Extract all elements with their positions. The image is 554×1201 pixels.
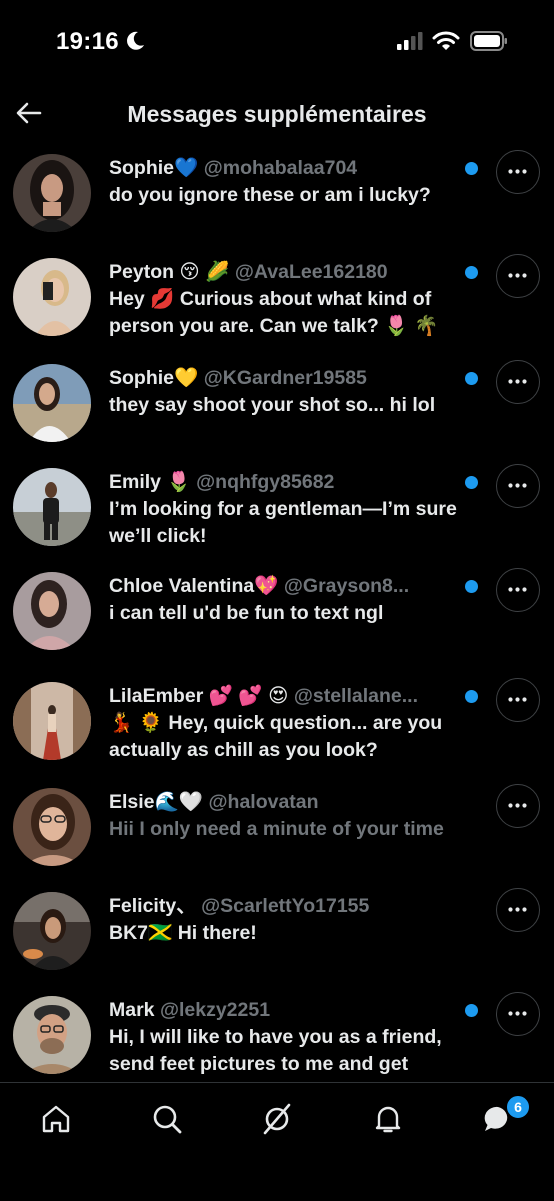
more-options-button[interactable] bbox=[496, 464, 540, 508]
sender-name: Sophie💛 bbox=[109, 367, 199, 389]
sender-handle: @lekzy2251 bbox=[159, 999, 271, 1021]
more-horizontal-icon bbox=[508, 273, 527, 278]
more-horizontal-icon bbox=[508, 697, 527, 702]
tab-home[interactable] bbox=[40, 1103, 72, 1135]
sender-name: Chloe Valentina💖 bbox=[109, 575, 279, 597]
more-horizontal-icon bbox=[508, 1011, 527, 1016]
avatar bbox=[13, 154, 91, 232]
avatar bbox=[13, 788, 91, 866]
message-preview: BK7🇯🇲 Hi there! bbox=[109, 922, 257, 944]
avatar bbox=[13, 682, 91, 760]
tab-grok[interactable] bbox=[261, 1103, 293, 1135]
message-request-item[interactable]: Elsie🌊🤍 @halovatan Hii I only need a min… bbox=[0, 782, 554, 886]
sender-name: Peyton 😚 🌽 bbox=[109, 261, 230, 283]
sender-name: Emily 🌷 bbox=[109, 471, 191, 493]
sender-name: Mark bbox=[109, 999, 155, 1021]
more-horizontal-icon bbox=[508, 483, 527, 488]
sender-handle: @AvaLee162180 bbox=[234, 261, 388, 283]
message-request-item[interactable]: Sophie💙 @mohabalaa704 do you ignore thes… bbox=[0, 148, 554, 252]
message-preview: Hii I only need a minute of your time bbox=[109, 818, 444, 840]
sender-name: Elsie🌊🤍 bbox=[109, 791, 204, 813]
message-preview: do you ignore these or am i lucky? bbox=[109, 184, 431, 206]
home-icon bbox=[42, 1105, 70, 1133]
bottom-tab-bar bbox=[0, 1082, 554, 1201]
bell-icon bbox=[375, 1106, 401, 1133]
more-horizontal-icon bbox=[508, 169, 527, 174]
message-request-item[interactable]: Sophie💛 @KGardner19585 they say shoot yo… bbox=[0, 358, 554, 462]
tab-search[interactable] bbox=[151, 1103, 183, 1135]
header-bar: Messages supplémentaires bbox=[0, 88, 554, 142]
sender-name: Felicity、 bbox=[109, 895, 196, 917]
message-request-item[interactable]: Emily 🌷 @nqhfgy85682 I’m looking for a g… bbox=[0, 462, 554, 566]
sender-handle: @KGardner19585 bbox=[203, 367, 367, 389]
battery-icon bbox=[470, 31, 507, 51]
messages-badge: 6 bbox=[505, 1094, 531, 1120]
more-horizontal-icon bbox=[508, 379, 527, 384]
avatar bbox=[13, 258, 91, 336]
sender-handle: @halovatan bbox=[208, 791, 319, 813]
sender-handle: @nqhfgy85682 bbox=[196, 471, 335, 493]
message-preview: i can tell u'd be fun to text ngl bbox=[109, 602, 384, 624]
message-preview: they say shoot your shot so... hi lol bbox=[109, 394, 436, 416]
sender-handle: @mohabalaa704 bbox=[203, 157, 358, 179]
more-options-button[interactable] bbox=[496, 360, 540, 404]
grok-icon bbox=[263, 1103, 291, 1135]
more-options-button[interactable] bbox=[496, 888, 540, 932]
sender-handle: @ScarlettYo17155 bbox=[201, 895, 370, 917]
more-horizontal-icon bbox=[508, 587, 527, 592]
search-icon bbox=[153, 1105, 182, 1134]
message-preview: 💃 🌻 Hey, quick question... are you actua… bbox=[109, 712, 443, 761]
avatar bbox=[13, 468, 91, 546]
wifi-icon bbox=[432, 31, 460, 50]
avatar bbox=[13, 572, 91, 650]
more-horizontal-icon bbox=[508, 907, 527, 912]
message-request-item[interactable]: Felicity、 @ScarlettYo17155 BK7🇯🇲 Hi ther… bbox=[0, 886, 554, 990]
unread-indicator bbox=[465, 690, 478, 703]
message-preview: Hey 💋 Curious about what kind of person … bbox=[109, 288, 439, 337]
unread-indicator bbox=[465, 580, 478, 593]
message-request-item[interactable]: Chloe Valentina💖 @Grayson8... i can tell… bbox=[0, 566, 554, 670]
unread-indicator bbox=[465, 1004, 478, 1017]
avatar bbox=[13, 892, 91, 970]
sender-name: LilaEmber 💕 💕 😍 bbox=[109, 685, 289, 707]
message-preview: Hi, I will like to have you as a friend,… bbox=[109, 1026, 442, 1075]
avatar bbox=[13, 364, 91, 442]
more-options-button[interactable] bbox=[496, 568, 540, 612]
more-options-button[interactable] bbox=[496, 150, 540, 194]
message-request-item[interactable]: Mark @lekzy2251 Hi, I will like to have … bbox=[0, 990, 554, 1080]
tab-notifications[interactable] bbox=[372, 1103, 404, 1135]
unread-indicator bbox=[465, 162, 478, 175]
unread-indicator bbox=[465, 476, 478, 489]
cellular-signal-icon bbox=[397, 32, 423, 50]
unread-indicator bbox=[465, 372, 478, 385]
more-options-button[interactable] bbox=[496, 784, 540, 828]
sender-name: Sophie💙 bbox=[109, 157, 199, 179]
message-request-item[interactable]: Peyton 😚 🌽 @AvaLee162180 Hey 💋 Curious a… bbox=[0, 252, 554, 356]
status-bar: 19:16 bbox=[0, 0, 554, 84]
more-options-button[interactable] bbox=[496, 992, 540, 1036]
message-preview: I’m looking for a gentleman—I’m sure we’… bbox=[109, 498, 457, 547]
avatar bbox=[13, 996, 91, 1074]
moon-icon bbox=[127, 31, 144, 50]
page-title: Messages supplémentaires bbox=[127, 101, 427, 127]
more-options-button[interactable] bbox=[496, 678, 540, 722]
status-time: 19:16 bbox=[56, 28, 119, 55]
more-horizontal-icon bbox=[508, 803, 527, 808]
message-list: Sophie💙 @mohabalaa704 do you ignore thes… bbox=[0, 148, 554, 1080]
sender-handle: @Grayson8... bbox=[283, 575, 410, 597]
unread-indicator bbox=[465, 266, 478, 279]
sender-handle: @stellalane... bbox=[293, 685, 419, 707]
more-options-button[interactable] bbox=[496, 254, 540, 298]
message-request-item[interactable]: LilaEmber 💕 💕 😍 @stellalane... 💃 🌻 Hey, … bbox=[0, 676, 554, 780]
